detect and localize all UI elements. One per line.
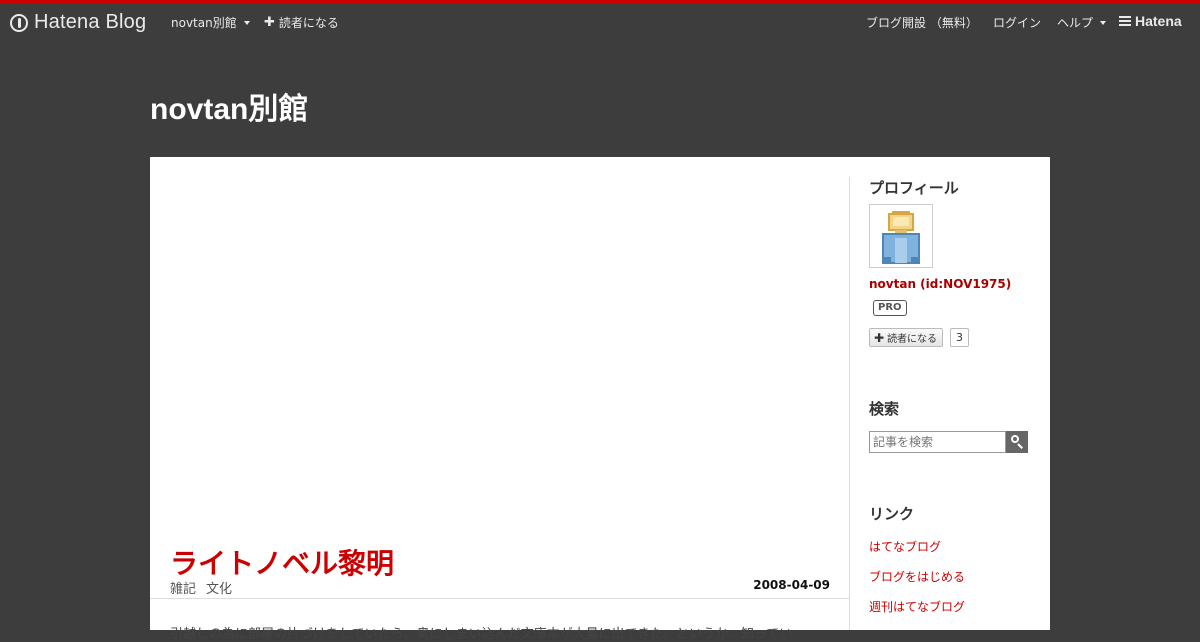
caret-down-icon [1100,20,1107,25]
entry-categories: 雑記 文化 [170,578,232,597]
subscriber-count[interactable]: 3 [950,328,969,347]
login-link[interactable]: ログイン [993,14,1041,31]
subscribe-label: 読者になる [278,16,339,30]
entry-title[interactable]: ライトノベル黎明 [170,542,394,582]
hatena-logo[interactable]: Hatena [1119,13,1182,29]
category-link[interactable]: 文化 [206,578,232,597]
open-blog-label: ブログ開設 （無料） [866,16,978,30]
subscribe-button[interactable]: ✚ 読者になる [869,328,944,347]
hatena-logo-text: Hatena [1135,13,1182,29]
links-heading: リンク [869,505,915,523]
profile-name-link[interactable]: novtan (id:NOV1975) [869,277,1011,291]
link-item[interactable]: はてなブログ [869,538,941,555]
link-item[interactable]: 週刊はてなブログ [869,598,965,615]
search-icon [1011,435,1019,443]
entry-date[interactable]: 2008-04-09 [753,578,830,592]
caret-down-icon [243,20,250,25]
search-icon-handle [1017,443,1023,449]
help-label: ヘルプ [1057,16,1094,30]
divider [150,598,850,599]
link-item[interactable]: ブログをはじめる [869,568,965,585]
user-avatar-icon [882,211,920,264]
search-input[interactable] [869,431,1006,453]
help-menu[interactable]: ヘルプ [1057,14,1107,31]
avatar[interactable] [869,204,933,268]
category-link[interactable]: 雑記 [170,578,196,597]
plus-icon: ✚ [874,330,885,345]
plus-icon: ✚ [264,14,275,30]
column-divider [849,177,850,630]
hatena-blog-icon [10,13,28,32]
subscribe-button-label: 読者になる [887,334,938,345]
content-area: ライトノベル黎明 雑記 文化 2008-04-09 引越しの為に部屋の片づけをし… [150,157,1050,642]
global-header: Hatena Blog novtan別館 ✚ 読者になる ブログ開設 （無料） … [0,4,1200,40]
search-heading: 検索 [869,400,900,418]
ad-space [170,177,830,537]
subscribe-link[interactable]: ✚ 読者になる [264,14,339,31]
login-label: ログイン [993,16,1042,30]
blog-menu[interactable]: novtan別館 [171,14,250,31]
entry-excerpt: 引越しの為に部屋の片づけをしていたら、奥にしまい込んだ文庫本が大量に出てきた。と… [170,627,793,642]
open-blog-link[interactable]: ブログ開設 （無料） [866,14,978,31]
hatena-lines-icon [1119,16,1131,26]
hatena-blog-logo[interactable]: Hatena Blog [10,11,146,34]
sidebar: プロフィール novtan (id:NOV1975) PRO ✚ 読者になる 3… [869,157,1039,630]
pro-badge[interactable]: PRO [873,300,907,316]
blog-menu-label: novtan別館 [171,16,237,30]
main-column: ライトノベル黎明 雑記 文化 2008-04-09 引越しの為に部屋の片づけをし… [150,157,850,642]
search-button[interactable] [1006,431,1028,453]
blog-title[interactable]: novtan別館 [150,84,308,128]
profile-heading: プロフィール [869,179,959,197]
logo-text: Hatena Blog [34,11,147,33]
